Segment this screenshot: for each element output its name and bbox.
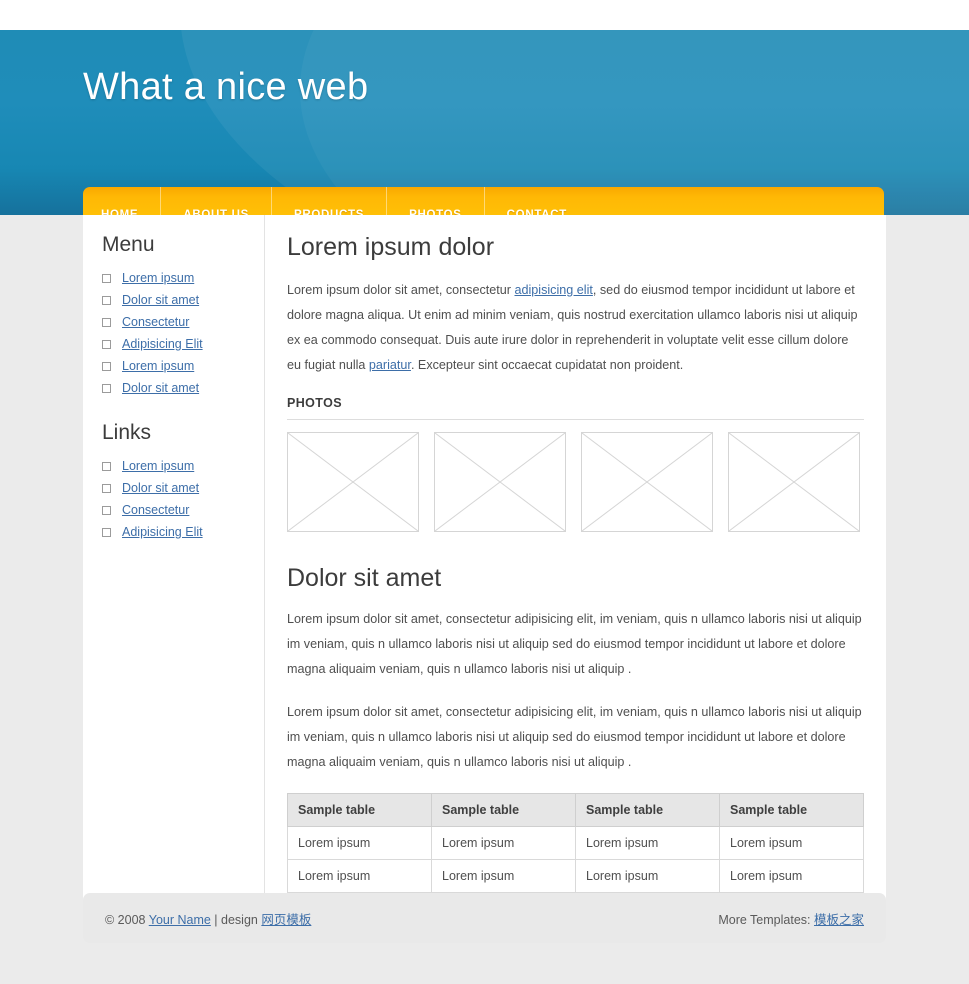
table-header-row: Sample table Sample table Sample table S…: [287, 793, 864, 827]
table-row: Lorem ipsum Lorem ipsum Lorem ipsum Lore…: [287, 826, 864, 860]
sidebar-links-list: Lorem ipsum Dolor sit amet Consectetur A…: [102, 459, 264, 539]
table-header-cell-1: Sample table: [287, 793, 432, 827]
sidebar-link-menu-1[interactable]: Lorem ipsum: [122, 271, 194, 285]
footer-design-text: | design: [210, 912, 262, 927]
site-footer: © 2008 Your Name | design 网页模板 More Temp…: [83, 893, 886, 943]
list-item[interactable]: Adipisicing Elit: [102, 337, 264, 351]
list-item[interactable]: Adipisicing Elit: [102, 525, 264, 539]
inline-link-pariatur[interactable]: pariatur: [369, 358, 411, 372]
footer-more-templates: More Templates: 模板之家: [718, 909, 864, 928]
site-title: What a nice web: [83, 66, 369, 108]
table-cell: Lorem ipsum: [287, 859, 432, 893]
broken-image-icon: [435, 433, 565, 531]
square-bullet-icon: [102, 461, 111, 471]
photo-placeholder[interactable]: [434, 432, 566, 532]
table-header-cell-4: Sample table: [719, 793, 864, 827]
intro-text-part1: Lorem ipsum dolor sit amet, consectetur: [287, 283, 515, 297]
sidebar-menu-heading: Menu: [102, 233, 155, 256]
sidebar-link-links-2[interactable]: Dolor sit amet: [122, 481, 199, 495]
nav-item-products[interactable]: PRODUCTS: [270, 187, 386, 215]
list-item[interactable]: Dolor sit amet: [102, 481, 264, 495]
square-bullet-icon: [102, 361, 111, 371]
square-bullet-icon: [102, 383, 111, 393]
sidebar-link-links-4[interactable]: Adipisicing Elit: [122, 525, 203, 539]
footer-link-more-templates[interactable]: 模板之家: [814, 913, 864, 927]
table-cell: Lorem ipsum: [719, 826, 864, 860]
sidebar-menu-list: Lorem ipsum Dolor sit amet Consectetur A…: [102, 271, 264, 395]
section2-paragraph-1: Lorem ipsum dolor sit amet, consectetur …: [287, 612, 862, 676]
list-item[interactable]: Consectetur: [102, 315, 264, 329]
nav-item-about-us[interactable]: ABOUT US: [160, 187, 271, 215]
photos-section-heading: PHOTOS: [287, 396, 342, 410]
sidebar-link-menu-3[interactable]: Consectetur: [122, 315, 189, 329]
nav-item-contact[interactable]: CONTACT: [483, 187, 589, 215]
table-cell: Lorem ipsum: [287, 826, 432, 860]
photos-divider: [287, 419, 864, 420]
content-container: Menu Lorem ipsum Dolor sit amet Consecte…: [83, 215, 886, 926]
sidebar-link-links-3[interactable]: Consectetur: [122, 503, 189, 517]
square-bullet-icon: [102, 339, 111, 349]
site-header: What a nice web HOME ABOUT US PRODUCTS P…: [0, 30, 969, 215]
main-navigation: HOME ABOUT US PRODUCTS PHOTOS CONTACT: [83, 187, 884, 215]
inline-link-adipisicing-elit[interactable]: adipisicing elit: [514, 283, 592, 297]
footer-more-templates-label: More Templates:: [718, 912, 814, 927]
square-bullet-icon: [102, 273, 111, 283]
broken-image-icon: [582, 433, 712, 531]
footer-copyright: © 2008 Your Name | design 网页模板: [105, 909, 311, 928]
square-bullet-icon: [102, 295, 111, 305]
table-header-cell-3: Sample table: [575, 793, 720, 827]
photo-gallery: [287, 432, 864, 532]
square-bullet-icon: [102, 317, 111, 327]
photo-placeholder[interactable]: [728, 432, 860, 532]
photo-placeholder[interactable]: [581, 432, 713, 532]
footer-link-your-name[interactable]: Your Name: [149, 913, 211, 927]
broken-image-icon: [288, 433, 418, 531]
square-bullet-icon: [102, 505, 111, 515]
sidebar-links-heading: Links: [102, 421, 152, 444]
list-item[interactable]: Lorem ipsum: [102, 359, 264, 373]
page-title: Lorem ipsum dolor: [287, 233, 495, 261]
square-bullet-icon: [102, 527, 111, 537]
sidebar-link-menu-6[interactable]: Dolor sit amet: [122, 381, 199, 395]
sidebar-link-menu-5[interactable]: Lorem ipsum: [122, 359, 194, 373]
nav-item-photos[interactable]: PHOTOS: [386, 187, 484, 215]
footer-link-design[interactable]: 网页模板: [261, 913, 311, 927]
broken-image-icon: [729, 433, 859, 531]
table-header-cell-2: Sample table: [431, 793, 576, 827]
intro-paragraph: Lorem ipsum dolor sit amet, consectetur …: [287, 278, 864, 378]
table-cell: Lorem ipsum: [719, 859, 864, 893]
main-content: Lorem ipsum dolor Lorem ipsum dolor sit …: [265, 215, 886, 926]
section-title-dolor-sit-amet: Dolor sit amet: [287, 564, 442, 592]
section2-paragraph-2: Lorem ipsum dolor sit amet, consectetur …: [287, 705, 862, 769]
sidebar-link-menu-2[interactable]: Dolor sit amet: [122, 293, 199, 307]
table-cell: Lorem ipsum: [431, 826, 576, 860]
list-item[interactable]: Dolor sit amet: [102, 381, 264, 395]
table-row: Lorem ipsum Lorem ipsum Lorem ipsum Lore…: [287, 859, 864, 893]
sidebar-link-links-1[interactable]: Lorem ipsum: [122, 459, 194, 473]
page-background: Menu Lorem ipsum Dolor sit amet Consecte…: [0, 215, 969, 984]
sidebar-link-menu-4[interactable]: Adipisicing Elit: [122, 337, 203, 351]
table-cell: Lorem ipsum: [575, 859, 720, 893]
table-head: Sample table Sample table Sample table S…: [287, 793, 864, 827]
list-item[interactable]: Lorem ipsum: [102, 459, 264, 473]
table-cell: Lorem ipsum: [575, 826, 720, 860]
footer-copyright-prefix: © 2008: [105, 912, 149, 927]
square-bullet-icon: [102, 483, 111, 493]
photo-placeholder[interactable]: [287, 432, 419, 532]
list-item[interactable]: Consectetur: [102, 503, 264, 517]
top-white-strip: [0, 0, 969, 30]
table-cell: Lorem ipsum: [431, 859, 576, 893]
sidebar: Menu Lorem ipsum Dolor sit amet Consecte…: [83, 215, 265, 926]
intro-text-part3: . Excepteur sint occaecat cupidatat non …: [410, 358, 684, 372]
list-item[interactable]: Lorem ipsum: [102, 271, 264, 285]
nav-item-home[interactable]: HOME: [83, 187, 160, 215]
list-item[interactable]: Dolor sit amet: [102, 293, 264, 307]
